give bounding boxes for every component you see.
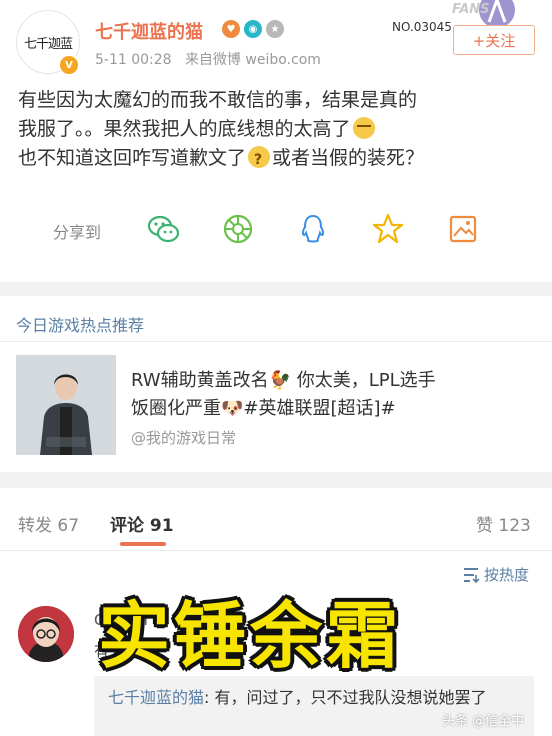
tab-comment[interactable]: 评论 91: [110, 511, 174, 536]
author-badges: ♥ ◉ ★: [222, 20, 284, 38]
recommend-source[interactable]: @我的游戏日常: [131, 427, 236, 448]
qq-icon[interactable]: [296, 212, 330, 246]
sort-label: 按热度: [484, 566, 530, 584]
medal-badge-icon: ★: [266, 20, 284, 38]
recommend-headline[interactable]: RW辅助黄盖改名🐓 你太美，LPL选手 饭圈化严重🐶#英雄联盟[超话]#: [131, 367, 536, 423]
divider: [0, 550, 552, 551]
tab-like[interactable]: 赞 123: [476, 511, 531, 536]
wechat-icon[interactable]: [146, 212, 180, 246]
post-meta: 5-11 00:28 来自微博 weibo.com: [95, 49, 321, 69]
qzone-icon[interactable]: [371, 212, 405, 246]
sort-button[interactable]: 按热度: [462, 564, 529, 585]
sort-icon: [464, 567, 480, 583]
post-text: 有些因为太魔幻的而我不敢信的事，结果是真的 我服了。。果然我把人的底线想的太高了…: [18, 86, 538, 175]
divider: [0, 341, 552, 342]
reply-content: : 有，问过了，只不过我队没想说她罢了: [204, 688, 487, 707]
heart-badge-icon: ♥: [222, 20, 240, 38]
post-line: 我服了。。果然我把人的底线想的太高了: [18, 115, 538, 144]
watermark: 头条 @信全中: [442, 714, 525, 729]
verified-badge-icon: V: [58, 54, 80, 76]
doge-emoji-icon: 🐶: [221, 398, 244, 419]
camera-badge-icon: ◉: [244, 20, 262, 38]
post-time: 5-11 00:28: [95, 52, 172, 68]
author-name[interactable]: 七千迦蓝的猫: [95, 18, 203, 44]
overlay-caption: 实锤余霜: [98, 594, 403, 678]
rooster-emoji-icon: 🐓: [268, 370, 291, 391]
fans-number: NO.03045: [392, 20, 452, 34]
post-line: 也不知道这回咋写道歉文了或者当假的装死？: [18, 144, 538, 175]
tab-repost[interactable]: 转发 67: [18, 511, 79, 536]
follow-button[interactable]: +关注: [453, 25, 535, 55]
smug-emoji-icon: [352, 117, 375, 139]
cartoon-avatar-icon: [18, 606, 74, 662]
commenter-avatar[interactable]: [18, 606, 74, 662]
person-photo-icon: [16, 355, 116, 455]
recommend-thumbnail[interactable]: [16, 355, 116, 455]
reply-text: 七千迦蓝的猫: 有，问过了，只不过我队没想说她罢了: [108, 685, 528, 711]
thinking-emoji-icon: [248, 146, 271, 175]
section-divider: [0, 472, 552, 488]
post-line: 有些因为太魔幻的而我不敢信的事，结果是真的: [18, 89, 418, 111]
reply-username[interactable]: 七千迦蓝的猫: [108, 688, 204, 707]
active-tab-indicator: [120, 542, 166, 546]
recommend-title: 今日游戏热点推荐: [16, 316, 145, 335]
fans-label: FANS: [452, 2, 490, 17]
share-label: 分享到: [53, 223, 102, 242]
section-divider: [0, 282, 552, 296]
post-source: 来自微博 weibo.com: [184, 52, 321, 68]
gallery-icon[interactable]: [446, 212, 480, 246]
avatar-logo-text: 七千迦蓝: [23, 36, 73, 52]
moments-icon[interactable]: [221, 212, 255, 246]
